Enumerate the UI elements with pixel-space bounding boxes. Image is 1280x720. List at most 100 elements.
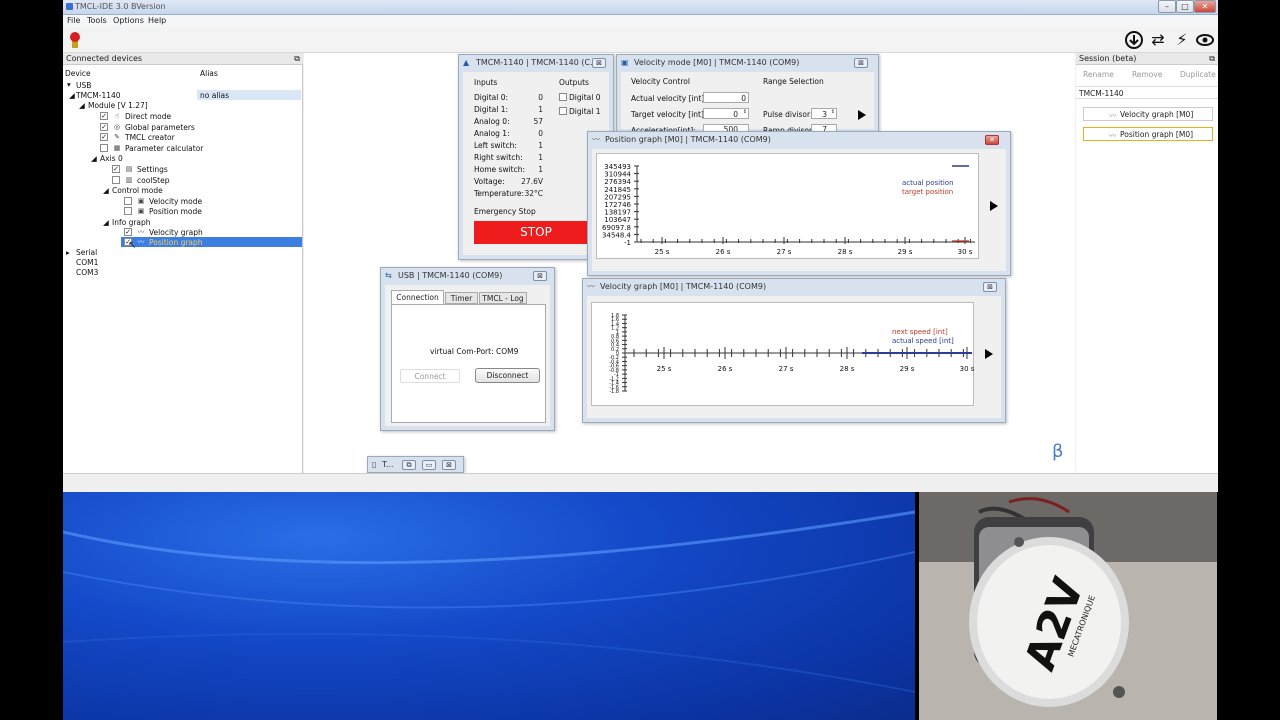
connect-button[interactable]: Connect xyxy=(400,369,460,383)
globe-icon: ◎ xyxy=(113,123,121,131)
window-close-button[interactable]: ⊠ xyxy=(592,58,606,68)
maximize-button[interactable]: □ xyxy=(1176,0,1194,13)
window-close-button[interactable]: ⊠ xyxy=(533,271,547,281)
duplicate-button[interactable]: Duplicate xyxy=(1180,70,1216,79)
tree-coolstep[interactable]: coolStep xyxy=(137,176,169,185)
session-item[interactable]: 〰 Velocity graph [M0] xyxy=(1083,107,1213,121)
rename-button[interactable]: Rename xyxy=(1083,70,1114,79)
bar-chart-icon: ▥ xyxy=(125,176,133,184)
play-icon[interactable] xyxy=(858,110,866,120)
target-velocity-field[interactable]: 0 ⇕ xyxy=(703,108,749,119)
maximize-button[interactable]: ▭ xyxy=(422,460,436,470)
remove-button[interactable]: Remove xyxy=(1132,70,1162,79)
undock-icon[interactable]: ⧉ xyxy=(294,54,300,64)
eye-icon[interactable] xyxy=(1195,30,1215,50)
spinner-icon[interactable]: ⇕ xyxy=(743,109,747,115)
velocity-graph-title: Velocity graph [M0] | TMCM-1140 (COM9) xyxy=(600,282,767,291)
tree-com1[interactable]: COM1 xyxy=(76,258,98,267)
window-close-button[interactable]: ✕ xyxy=(985,135,999,145)
output-checkbox[interactable] xyxy=(559,107,567,115)
checkbox[interactable] xyxy=(124,207,132,215)
panel-header: Connected devices ⧉ xyxy=(63,53,303,65)
target-velocity-value: 0 xyxy=(733,110,738,119)
output-checkbox[interactable] xyxy=(559,93,567,101)
tree-alias[interactable]: no alias xyxy=(200,91,229,100)
tree-com3[interactable]: COM3 xyxy=(76,268,98,277)
pulse-divisor-field[interactable]: 3 ⇕ xyxy=(811,108,837,119)
tree-device[interactable]: TMCM-1140 xyxy=(76,91,121,100)
tree-global-parameters[interactable]: Global parameters xyxy=(125,123,195,132)
restore-button[interactable]: ⧉ xyxy=(402,460,416,470)
checkbox[interactable] xyxy=(112,176,120,184)
tree-settings[interactable]: Settings xyxy=(137,165,168,174)
expand-icon[interactable]: ◢ xyxy=(103,218,109,227)
swap-arrows-icon[interactable]: ⇄ xyxy=(1148,30,1168,50)
window-close-button[interactable]: ⊠ xyxy=(854,58,868,68)
checkbox[interactable] xyxy=(100,144,108,152)
window-close-button[interactable]: ⊠ xyxy=(442,460,456,470)
download-icon[interactable] xyxy=(1124,30,1144,50)
x-tick-label: 29 s xyxy=(898,248,913,256)
tree-info-graph[interactable]: Info graph xyxy=(112,218,151,227)
actual-velocity-field[interactable]: 0 xyxy=(703,92,749,103)
undock-icon[interactable]: ⧉ xyxy=(1209,54,1215,64)
tree-module[interactable]: Module [V 1.27] xyxy=(88,101,148,110)
play-icon[interactable] xyxy=(990,201,998,211)
session-device[interactable]: TMCM-1140 xyxy=(1076,86,1218,99)
expand-icon[interactable]: ◢ xyxy=(103,186,109,195)
tree-control-mode[interactable]: Control mode xyxy=(112,186,163,195)
minimize-button[interactable]: – xyxy=(1158,0,1176,13)
menu-options[interactable]: Options xyxy=(113,16,144,25)
tree-direct-mode[interactable]: Direct mode xyxy=(125,112,171,121)
close-button[interactable]: ✕ xyxy=(1194,0,1216,13)
play-icon[interactable] xyxy=(985,349,993,359)
spinner-icon[interactable]: ⇕ xyxy=(831,109,835,115)
tree-position-graph[interactable]: Position graph xyxy=(149,238,203,247)
menu-tools[interactable]: Tools xyxy=(87,16,107,25)
emergency-stop-icon[interactable] xyxy=(65,30,85,50)
checkbox[interactable]: ✓ xyxy=(100,112,108,120)
expand-icon[interactable]: ◢ xyxy=(79,101,85,110)
panel-header: Session (beta) ⧉ xyxy=(1076,53,1218,65)
input-label: Digital 0: xyxy=(474,93,509,102)
checkbox[interactable] xyxy=(124,197,132,205)
tree-position-mode[interactable]: Position mode xyxy=(149,207,202,216)
tree-velocity-graph[interactable]: Velocity graph xyxy=(149,228,203,237)
checkbox[interactable]: ✓ xyxy=(124,228,132,236)
session-item-selected[interactable]: 〰 Position graph [M0] xyxy=(1083,127,1213,141)
tree-usb[interactable]: USB xyxy=(76,81,91,90)
checkbox[interactable]: ✓ xyxy=(112,165,120,173)
expand-icon[interactable]: ◢ xyxy=(69,91,75,100)
x-tick-label: 25 s xyxy=(657,365,672,373)
minimized-window[interactable]: ▯ T... ⧉ ▭ ⊠ xyxy=(367,456,464,473)
input-value: 0 xyxy=(538,129,543,138)
beta-label: β xyxy=(1052,441,1064,462)
menu-help[interactable]: Help xyxy=(148,16,166,25)
magic-wand-icon[interactable]: ⚡ xyxy=(1172,30,1192,50)
horizontal-scrollbar[interactable] xyxy=(63,473,1218,492)
menu-file[interactable]: File xyxy=(67,16,80,25)
motor-image: A2V MECATRONIQUE xyxy=(919,492,1217,720)
tree-parameter-calculator[interactable]: Parameter calculator xyxy=(125,144,203,153)
window-close-button[interactable]: ⊠ xyxy=(983,282,997,292)
tree-serial[interactable]: Serial xyxy=(76,248,97,257)
input-label: Digital 1: xyxy=(474,105,509,114)
serial-icon: ▸ xyxy=(66,248,70,257)
app-icon xyxy=(66,3,73,10)
legend-actual-speed: actual speed [int] xyxy=(892,337,954,345)
tree-velocity-mode[interactable]: Velocity mode xyxy=(149,197,202,206)
input-value: 1 xyxy=(538,105,543,114)
tree-axis[interactable]: Axis 0 xyxy=(100,154,123,163)
disconnect-button[interactable]: Disconnect xyxy=(475,368,540,383)
tab-timer[interactable]: Timer xyxy=(445,292,478,304)
tab-connection[interactable]: Connection xyxy=(391,290,444,304)
checkbox[interactable]: ✓ xyxy=(100,133,108,141)
checkbox[interactable]: ✓ xyxy=(100,123,108,131)
tab-tmcl-log[interactable]: TMCL - Log xyxy=(479,292,527,304)
stop-button[interactable]: STOP xyxy=(474,221,598,244)
expand-icon[interactable]: ◢ xyxy=(91,154,97,163)
velocity-graph-svg: 1.81.61.41.210.80.60.40.20-0.2-0.4-0.6-0… xyxy=(609,313,975,395)
tree-tmcl-creator[interactable]: TMCL creator xyxy=(125,133,175,142)
window-icon: ▣ xyxy=(137,197,145,205)
usb-window: ⇆ USB | TMCM-1140 (COM9) ⊠ Connection Ti… xyxy=(380,267,555,431)
